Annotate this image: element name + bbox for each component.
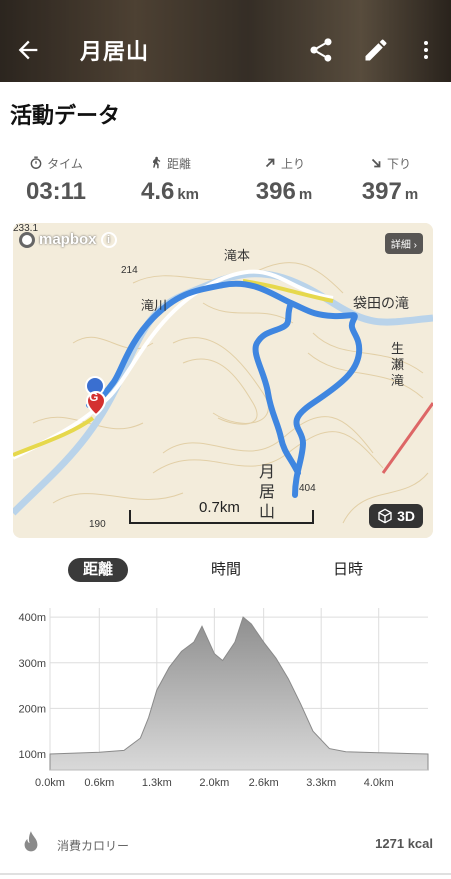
map-mountain-label: 月居山	[259, 464, 276, 521]
tab-time[interactable]: 時間	[196, 558, 256, 582]
y-tick-label: 100m	[18, 749, 46, 761]
stat-unit: km	[177, 186, 200, 203]
x-tick-label: 2.0km	[199, 777, 229, 789]
page-title: 月居山	[80, 39, 150, 64]
y-tick-label: 200m	[18, 703, 46, 715]
stat-ascent: 上り 396 m	[234, 154, 334, 206]
x-tick-label: 4.0km	[364, 777, 394, 789]
map-canvas	[13, 223, 433, 538]
stat-label: 上り	[280, 156, 305, 171]
stat-time: タイム 03:11	[6, 154, 106, 206]
stat-value: 4.6	[140, 178, 175, 205]
info-icon[interactable]: i	[100, 231, 117, 248]
map-scale-label: 0.7km	[199, 499, 240, 516]
y-tick-label: 300m	[18, 658, 46, 670]
elevation-chart: 100m 200m 300m 400m 0.0km 0.6km 1.3km 2.0km 2.6k…	[0, 600, 451, 800]
tab-date[interactable]: 日時	[318, 558, 378, 582]
arrow-up-right-icon	[265, 158, 275, 168]
stat-unit: m	[404, 186, 419, 203]
map-detail-label: 詳細	[390, 240, 411, 251]
map-place-label: 袋田の滝	[353, 295, 409, 311]
back-button[interactable]	[14, 36, 42, 64]
map-3d-button[interactable]: 3D	[369, 504, 423, 528]
walking-icon	[153, 156, 161, 169]
section-title: 活動データ	[10, 103, 121, 128]
calorie-label: 消費カロリー	[57, 839, 130, 853]
stat-label: 下り	[386, 156, 411, 171]
stat-unit: m	[298, 186, 313, 203]
map-place-label: 滝本	[224, 248, 251, 263]
stat-label: タイム	[47, 156, 83, 171]
divider	[0, 873, 451, 875]
tab-distance[interactable]: 距離	[68, 558, 128, 582]
share-icon	[310, 38, 332, 62]
map-place-label: 生瀬滝	[391, 341, 405, 388]
map-elev-label: 214	[121, 265, 138, 276]
arrow-back-icon	[18, 40, 38, 60]
stopwatch-icon	[30, 156, 42, 169]
map-3d-label: 3D	[397, 508, 415, 524]
mapbox-brand: mapbox	[39, 231, 97, 248]
edit-button[interactable]	[362, 36, 390, 64]
map-river-label: 滝川	[141, 298, 168, 313]
elevation-area	[49, 616, 429, 771]
map-elev-label: 190	[89, 519, 106, 530]
stat-value: 397	[361, 178, 402, 205]
route-map[interactable]: G mapbox i 詳細 › 233.1 214 滝本 滝川 袋田の滝 生瀬滝…	[13, 223, 433, 538]
arrow-down-right-icon	[371, 158, 381, 168]
map-elev-label: 404	[299, 483, 316, 494]
more-options-button[interactable]	[414, 36, 438, 64]
x-tick-label: 1.3km	[142, 777, 172, 789]
goal-marker-label: G	[89, 390, 99, 404]
map-elev-label: 233.1	[13, 223, 39, 234]
share-button[interactable]	[307, 36, 335, 64]
x-tick-label: 2.6km	[249, 777, 279, 789]
y-tick-label: 400m	[18, 612, 46, 624]
elevation-chart-svg: 100m 200m 300m 400m 0.0km 0.6km 1.3km 2.0km 2.6k…	[18, 608, 429, 789]
stat-label: 距離	[166, 156, 191, 171]
map-detail-button[interactable]: 詳細 ›	[384, 233, 423, 254]
stat-descent: 下り 397 m	[340, 154, 440, 206]
cube-icon	[378, 508, 392, 524]
x-tick-label: 0.6km	[84, 777, 114, 789]
stat-distance: 距離 4.6 km	[120, 154, 220, 206]
flame-icon	[24, 831, 38, 852]
stat-value: 396	[255, 178, 296, 205]
more-vert-icon	[424, 41, 428, 59]
stat-value: 03:11	[25, 178, 87, 205]
calorie-row: 消費カロリー 1271 kcal	[0, 824, 451, 864]
x-tick-label: 3.3km	[306, 777, 336, 789]
x-tick-label: 0.0km	[35, 777, 65, 789]
calorie-value: 1271 kcal	[375, 836, 433, 851]
pencil-icon	[365, 39, 387, 61]
